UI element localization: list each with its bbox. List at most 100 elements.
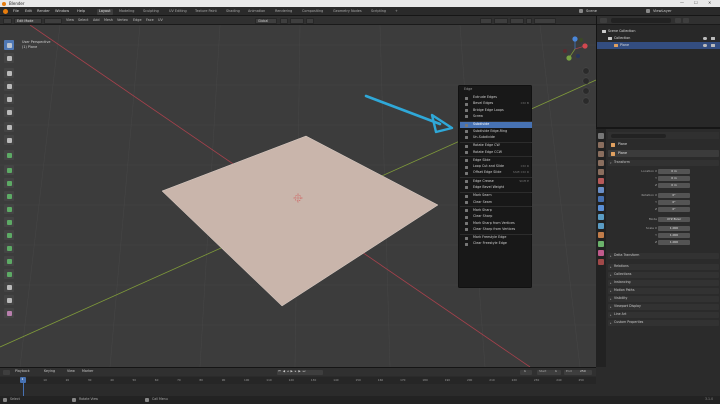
cursor-tool[interactable] [4, 53, 14, 63]
texture-tab-icon[interactable] [598, 259, 604, 265]
eye-icon[interactable] [703, 43, 707, 47]
transform-orientation-selector[interactable]: Global [255, 17, 277, 24]
object-name-input[interactable]: Plane [618, 151, 627, 155]
menu-render[interactable]: Render [37, 9, 50, 14]
header-menu-select[interactable]: Select [78, 18, 88, 22]
filter-icon[interactable] [675, 18, 681, 23]
knife-tool[interactable] [4, 217, 14, 227]
poly-build-tool[interactable] [4, 230, 14, 240]
object-name-field[interactable]: Plane [608, 150, 719, 157]
rotate-tool[interactable] [4, 81, 14, 91]
data-tab-icon[interactable] [598, 241, 604, 247]
menu-item-clear-sharp[interactable]: Clear Sharp [460, 214, 532, 220]
panel-motion-paths[interactable]: ▸ Motion Paths [608, 288, 719, 294]
panel-viewport-display[interactable]: ▸ Viewport Display [608, 304, 719, 310]
material-tab-icon[interactable] [598, 250, 604, 256]
menu-item-bevel-edges[interactable]: Bevel Edges Ctrl B [460, 101, 532, 107]
scene-selector[interactable]: Scene [586, 9, 597, 14]
new-collection-icon[interactable] [683, 18, 689, 23]
object-tab-icon[interactable] [598, 196, 604, 202]
editor-type-button[interactable] [3, 17, 12, 24]
shading-mode-buttons[interactable] [534, 17, 556, 24]
outliner-editor-type-button[interactable] [600, 18, 607, 23]
menu-item-screw[interactable]: Screw [460, 114, 532, 120]
header-menu-edge[interactable]: Edge [133, 18, 142, 22]
menu-item-rotate-edge-ccw[interactable]: Rotate Edge CCW [460, 149, 532, 155]
tab-rendering[interactable]: Rendering [273, 9, 294, 15]
outliner-row-scene-collection[interactable]: Scene Collection [597, 28, 720, 35]
menu-item-clear-sharp-from-vertices[interactable]: Clear Sharp from Vertices [460, 227, 532, 233]
maximize-button[interactable]: ☐ [694, 1, 698, 5]
field-value[interactable]: 0° [658, 192, 690, 198]
select-box-tool[interactable] [4, 40, 14, 50]
spin-tool[interactable] [4, 243, 14, 253]
header-menu-face[interactable]: Face [146, 18, 154, 22]
field-value[interactable]: 0° [658, 206, 690, 212]
header-menu-add[interactable]: Add [93, 18, 100, 22]
current-frame-field[interactable] [520, 369, 532, 375]
menu-item-edge-crease[interactable]: Edge Crease Shift E [460, 179, 532, 185]
tab-animation[interactable]: Animation [246, 9, 267, 15]
tab-compositing[interactable]: Compositing [300, 9, 325, 15]
tab-shading[interactable]: Shading [224, 9, 242, 15]
camera-icon[interactable] [711, 36, 715, 40]
menu-edit[interactable]: Edit [25, 9, 32, 14]
annotate-tool[interactable] [4, 122, 14, 132]
panel-custom-properties[interactable]: ▸ Custom Properties [608, 320, 719, 326]
proportional-editing-button[interactable] [306, 17, 314, 24]
navigation-gizmo[interactable] [563, 36, 588, 61]
timeline-menu-marker[interactable]: Marker [82, 369, 93, 373]
add-cube-tool[interactable] [4, 150, 14, 160]
panel-relations[interactable]: ▸ Relations [608, 264, 719, 270]
tab-texture-paint[interactable]: Texture Paint [193, 9, 219, 15]
field-value[interactable]: 0 m [658, 175, 690, 181]
menu-item-subdivide[interactable]: Subdivide [460, 122, 532, 129]
transform-panel-header[interactable]: ▾ Transform [608, 160, 719, 166]
panel-line-art[interactable]: ▸ Line Art [608, 312, 719, 318]
panel-instancing[interactable]: ▸ Instancing [608, 280, 719, 286]
collection-tab-icon[interactable] [598, 187, 604, 193]
menu-file[interactable]: File [13, 9, 19, 14]
view-layer-selector[interactable]: ViewLayer [653, 9, 672, 14]
world-tab-icon[interactable] [598, 178, 604, 184]
pivot-point-button[interactable] [280, 17, 288, 24]
outliner-row-plane[interactable]: Plane [597, 42, 720, 49]
field-value[interactable]: XYZ Euler [658, 216, 690, 222]
outliner-search-input[interactable] [611, 18, 671, 23]
extrude-tool[interactable] [4, 165, 14, 175]
header-menu-uv[interactable]: UV [158, 18, 163, 22]
output-tab-icon[interactable] [598, 151, 604, 157]
menu-item-edge-bevel-weight[interactable]: Edge Bevel Weight [460, 185, 532, 191]
menu-item-bridge-edge-loops[interactable]: Bridge Edge Loops [460, 108, 532, 114]
field-value[interactable]: 1.000 [658, 225, 690, 231]
view-layer-tab-icon[interactable] [598, 160, 604, 166]
header-menu-mesh[interactable]: Mesh [104, 18, 113, 22]
panel-delta-transform[interactable]: ▸ Delta Transform [608, 253, 719, 259]
menu-help[interactable]: Help [77, 9, 85, 14]
camera-icon[interactable] [711, 43, 715, 47]
constraints-tab-icon[interactable] [598, 232, 604, 238]
plane-mesh[interactable] [161, 135, 439, 307]
bevel-tool[interactable] [4, 191, 14, 201]
field-value[interactable]: 0 m [658, 182, 690, 188]
menu-item-mark-sharp[interactable]: Mark Sharp [460, 208, 532, 214]
tab-geometry-nodes[interactable]: Geometry Nodes [331, 9, 364, 15]
rip-region-tool[interactable] [4, 308, 14, 318]
menu-item-subdivide-edge-ring[interactable]: Subdivide Edge-Ring [460, 129, 532, 135]
minimize-button[interactable]: — [680, 1, 684, 5]
tab-uv-editing[interactable]: UV Editing [167, 9, 189, 15]
shear-tool[interactable] [4, 295, 14, 305]
blender-menu-icon[interactable] [3, 9, 8, 14]
menu-item-edge-slide[interactable]: Edge Slide [460, 158, 532, 164]
shrink-fatten-tool[interactable] [4, 282, 14, 292]
modifier-tab-icon[interactable] [598, 205, 604, 211]
particles-tab-icon[interactable] [598, 214, 604, 220]
close-button[interactable]: ✕ [708, 1, 711, 5]
field-value[interactable]: 0° [658, 199, 690, 205]
overlay-toggle-button[interactable] [510, 17, 524, 24]
transform-tool[interactable] [4, 107, 14, 117]
scale-tool[interactable] [4, 94, 14, 104]
menu-item-un-subdivide[interactable]: Un-Subdivide [460, 135, 532, 141]
frame-ruler[interactable]: 0102030405060708090100110120130140150160… [0, 377, 596, 384]
timeline-editor-type-button[interactable] [3, 369, 10, 375]
